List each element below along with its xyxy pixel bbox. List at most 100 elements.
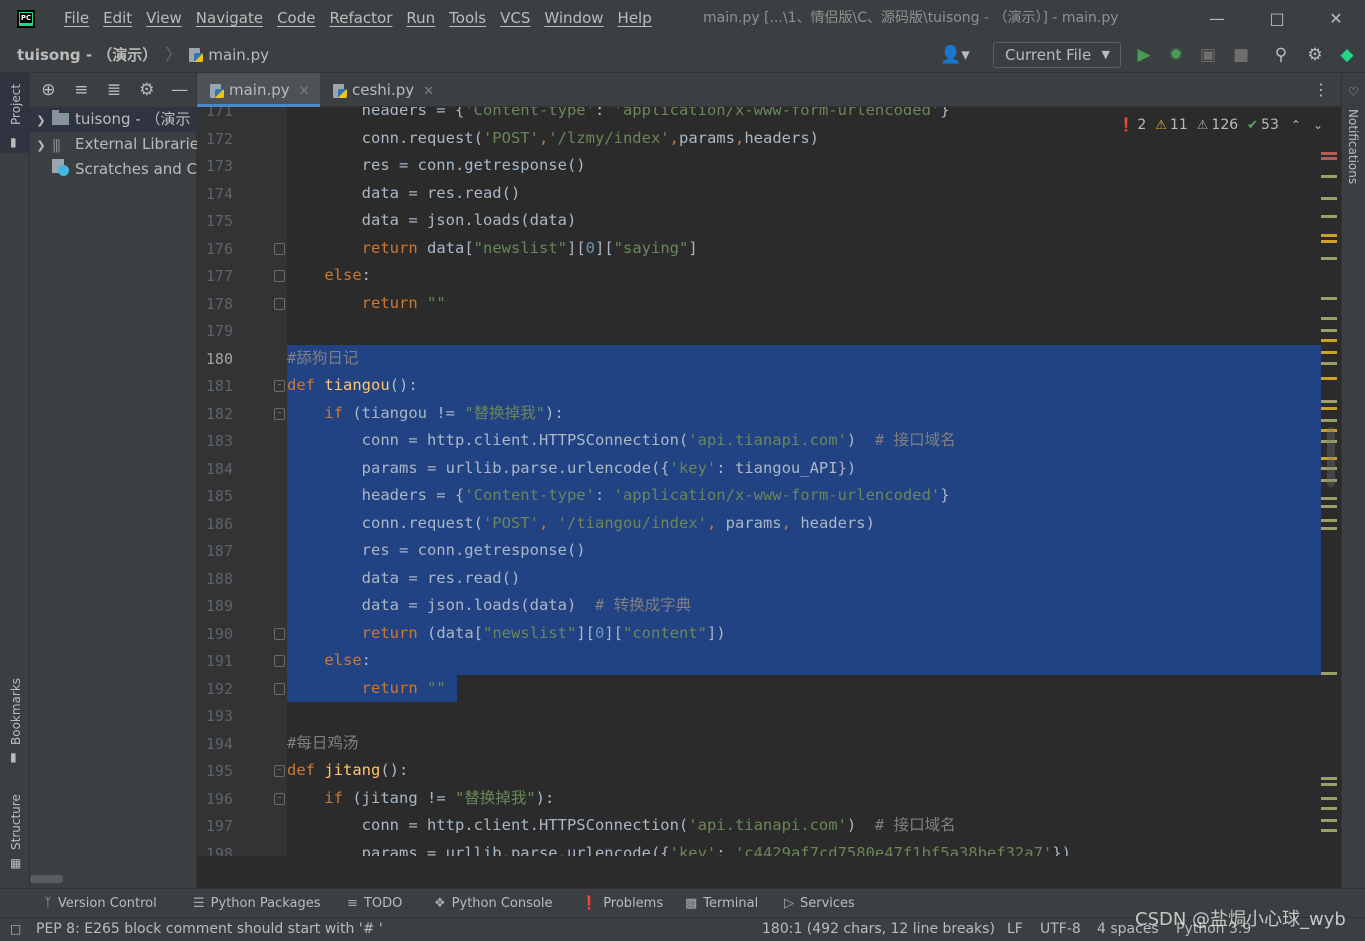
add-user-icon[interactable]: 👤▾ (938, 43, 972, 67)
coverage-icon[interactable]: ▣ (1196, 43, 1220, 67)
hide-panel-icon[interactable]: — (163, 80, 196, 100)
minimize-button[interactable]: — (1194, 0, 1240, 37)
fold-marker-icon[interactable] (274, 242, 285, 255)
code-line[interactable]: conn.request('POST','/lzmy/index',params… (287, 125, 819, 152)
menu-edit[interactable]: Edit (96, 0, 139, 37)
more-tabs-icon[interactable]: ⋮ (1313, 73, 1329, 107)
python-console-tab[interactable]: ❖ Python Console (434, 889, 552, 918)
tab-ceshi-py[interactable]: ceshi.py ✕ (320, 73, 444, 107)
file-encoding[interactable]: UTF-8 (1040, 918, 1081, 941)
terminal-tab[interactable]: ▩ Terminal (685, 889, 758, 918)
collapse-all-icon[interactable]: ≣ (98, 80, 131, 100)
status-window-icon[interactable]: □ (10, 918, 21, 941)
todo-tab[interactable]: ≡ TODO (347, 889, 402, 918)
inspection-stripe-mark[interactable] (1321, 777, 1337, 780)
vertical-scrollbar-thumb[interactable] (1327, 427, 1335, 487)
problems-tab[interactable]: ❗ Problems (581, 889, 663, 918)
code-line[interactable]: headers = {'Content-type': 'application/… (287, 482, 950, 509)
inspection-stripe-mark[interactable] (1321, 240, 1337, 243)
tree-item-external-libraries[interactable]: ❯ ||| External Librarie (30, 132, 197, 157)
python-packages-tab[interactable]: ☰ Python Packages (193, 889, 321, 918)
close-window-button[interactable]: ✕ (1313, 0, 1359, 37)
menu-code[interactable]: Code (270, 0, 322, 37)
code-line[interactable]: def tiangou(): (287, 372, 418, 399)
inspection-widget[interactable]: ❗ 2 ⚠ 11 ⚠ 126 ✔ 53 ⌃ ⌄ (1105, 115, 1327, 135)
code-line[interactable]: headers = {'Content-type': 'application/… (287, 107, 950, 124)
inspection-stripe-mark[interactable] (1321, 407, 1337, 410)
code-line[interactable]: data = res.read() (287, 565, 521, 592)
code-line[interactable]: data = res.read() (287, 180, 521, 207)
inspection-stripe-mark[interactable] (1321, 527, 1337, 530)
inspection-stripe-mark[interactable] (1321, 672, 1337, 675)
inspection-stripe-mark[interactable] (1321, 400, 1337, 403)
fold-marker-icon[interactable] (274, 655, 285, 667)
code-line[interactable]: else: (287, 647, 371, 674)
inspection-stripe-mark[interactable] (1321, 257, 1337, 260)
code-line[interactable]: return "" (287, 290, 446, 317)
fold-marker-icon[interactable] (274, 682, 285, 695)
chevron-right-icon[interactable]: ❯ (30, 133, 52, 157)
inspection-stripe-mark[interactable] (1321, 215, 1337, 218)
code-line[interactable]: res = conn.getresponse() (287, 537, 586, 564)
menu-navigate[interactable]: Navigate (189, 0, 270, 37)
fold-marker-icon[interactable] (274, 627, 285, 640)
inspection-stripe-mark[interactable] (1321, 351, 1337, 354)
caret-position[interactable]: 180:1 (492 chars, 12 line breaks) (762, 918, 995, 941)
inspection-stripe-mark[interactable] (1321, 505, 1337, 508)
fold-marker-icon[interactable] (274, 407, 285, 420)
code-line[interactable]: #每日鸡汤 (287, 730, 358, 757)
jetbrains-logo-icon[interactable]: ◆ (1335, 43, 1359, 67)
inspection-stripe-mark[interactable] (1321, 317, 1337, 320)
inspection-stripe-mark[interactable] (1321, 377, 1337, 380)
locate-file-icon[interactable]: ⊕ (32, 80, 65, 100)
fold-marker-icon[interactable] (274, 792, 285, 805)
horizontal-scrollbar[interactable] (30, 875, 63, 883)
fold-marker-icon[interactable] (274, 380, 285, 392)
menu-help[interactable]: Help (611, 0, 659, 37)
inspection-stripe-mark[interactable] (1321, 419, 1337, 422)
structure-tool-tab[interactable]: Structure ▦ (0, 788, 30, 878)
code-line[interactable]: #舔狗日记 (287, 345, 358, 372)
code-line[interactable]: return (data["newslist"][0]["content"]) (287, 620, 726, 647)
expand-all-icon[interactable]: ≡ (65, 80, 98, 100)
bookmarks-tool-tab[interactable]: Bookmarks ▮ (0, 673, 30, 773)
run-icon[interactable]: ▶ (1132, 43, 1156, 67)
code-line[interactable]: params = urllib.parse.urlencode({'key': … (287, 455, 857, 482)
inspection-stripe-mark[interactable] (1321, 152, 1337, 155)
tab-main-py[interactable]: main.py ✕ (197, 73, 320, 107)
inspection-stripe-mark[interactable] (1321, 297, 1337, 300)
inspection-stripe-mark[interactable] (1321, 157, 1337, 160)
inspection-stripe-mark[interactable] (1321, 497, 1337, 500)
typos-count[interactable]: ✔ 53 (1247, 117, 1279, 133)
weak-warnings-count[interactable]: ⚠ 126 (1197, 117, 1238, 133)
code-line[interactable]: data = json.loads(data) # 转换成字典 (287, 592, 691, 619)
menu-window[interactable]: Window (537, 0, 610, 37)
inspection-stripe-mark[interactable] (1321, 783, 1337, 786)
maximize-button[interactable]: □ (1254, 0, 1300, 37)
code-line[interactable]: conn.request('POST', '/tiangou/index', p… (287, 510, 875, 537)
fold-marker-icon[interactable] (274, 270, 285, 282)
previous-highlight-icon[interactable]: ⌃ (1291, 118, 1301, 132)
fold-marker-icon[interactable] (274, 765, 285, 777)
code-line[interactable]: return data["newslist"][0]["saying"] (287, 235, 698, 262)
tree-item-project-root[interactable]: ❯ tuisong - （演示 (30, 107, 197, 132)
stop-icon[interactable]: ■ (1229, 43, 1253, 67)
notifications-tool-tab[interactable]: ♡ Notifications (1342, 83, 1365, 213)
debug-icon[interactable]: ✹ (1164, 43, 1188, 67)
code-line[interactable]: if (jitang != "替换掉我"): (287, 785, 554, 812)
inspection-stripe-mark[interactable] (1321, 197, 1337, 200)
code-line[interactable]: params = urllib.parse.urlencode({'key': … (287, 840, 1071, 857)
inspection-stripe-mark[interactable] (1321, 519, 1337, 522)
menu-view[interactable]: View (139, 0, 189, 37)
code-editor[interactable]: 171 172 173 174 175 176 177 178 179 180 181 182 183 1… (197, 107, 1341, 856)
line-separator[interactable]: LF (1007, 918, 1023, 941)
code-line[interactable]: if (tiangou != "替换掉我"): (287, 400, 563, 427)
inspection-stripe-mark[interactable] (1321, 329, 1337, 332)
breadcrumb-file[interactable]: main.py (208, 37, 269, 73)
errors-count[interactable]: ❗ 2 (1118, 117, 1146, 133)
tree-item-scratches[interactable]: Scratches and C (30, 157, 197, 182)
breadcrumb-project[interactable]: tuisong - （演示） (17, 37, 157, 73)
warnings-count[interactable]: ⚠ 11 (1155, 117, 1187, 133)
services-tab[interactable]: ▷ Services (784, 889, 855, 918)
inspection-stripe-mark[interactable] (1321, 829, 1337, 832)
